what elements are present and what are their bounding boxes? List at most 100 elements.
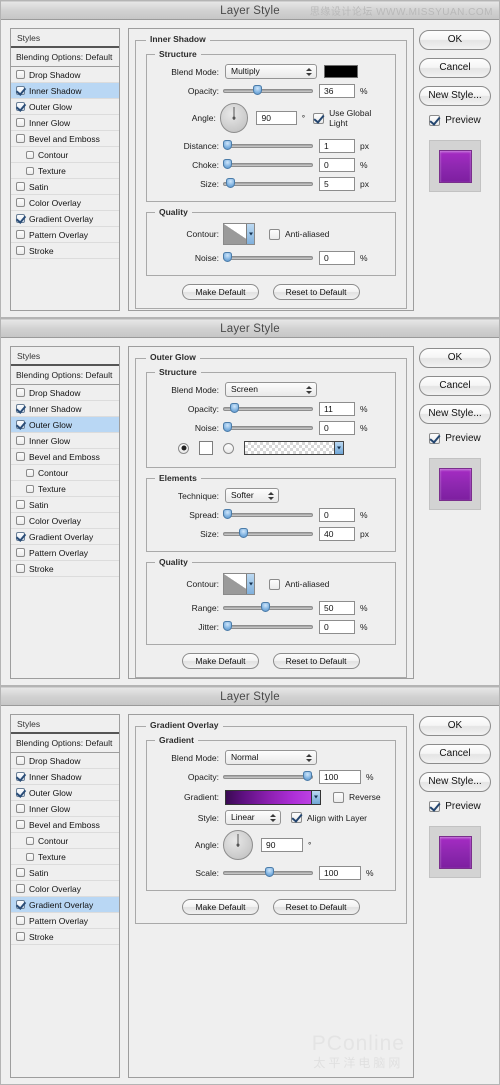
opacity-slider[interactable]: [223, 770, 313, 783]
slider-thumb[interactable]: [223, 621, 232, 631]
glow-color-swatch[interactable]: [199, 441, 213, 455]
style-row-color-overlay[interactable]: Color Overlay: [11, 881, 119, 897]
style-row-bevel-and-emboss[interactable]: Bevel and Emboss: [11, 131, 119, 147]
blending-options-row[interactable]: Blending Options: Default: [11, 48, 119, 67]
size-slider[interactable]: [223, 177, 313, 190]
style-row-inner-glow[interactable]: Inner Glow: [11, 115, 119, 131]
scale-slider[interactable]: [223, 866, 313, 879]
checkbox-icon[interactable]: [16, 900, 25, 909]
style-row-inner-shadow[interactable]: Inner Shadow: [11, 401, 119, 417]
style-row-stroke[interactable]: Stroke: [11, 929, 119, 945]
glow-gradient-preview[interactable]: [244, 441, 344, 455]
slider-thumb[interactable]: [223, 140, 232, 150]
reset-to-default-button[interactable]: Reset to Default: [272, 284, 360, 300]
ok-button[interactable]: OK: [419, 716, 491, 736]
ok-button[interactable]: OK: [419, 30, 491, 50]
style-row-drop-shadow[interactable]: Drop Shadow: [11, 753, 119, 769]
style-row-outer-glow[interactable]: Outer Glow: [11, 99, 119, 115]
checkbox-icon[interactable]: [16, 230, 25, 239]
checkbox-icon[interactable]: [16, 420, 25, 429]
opacity-value-input[interactable]: 11: [319, 401, 355, 416]
checkbox-icon[interactable]: [16, 564, 25, 573]
style-row-inner-shadow[interactable]: Inner Shadow: [11, 83, 119, 99]
style-row-stroke[interactable]: Stroke: [11, 561, 119, 577]
slider-thumb[interactable]: [223, 422, 232, 432]
range-slider[interactable]: [223, 601, 313, 614]
checkbox-icon[interactable]: [16, 452, 25, 461]
slider-thumb[interactable]: [223, 159, 232, 169]
style-row-inner-shadow[interactable]: Inner Shadow: [11, 769, 119, 785]
checkbox-icon[interactable]: [26, 852, 34, 861]
style-row-stroke[interactable]: Stroke: [11, 243, 119, 259]
slider-thumb[interactable]: [261, 602, 270, 612]
solid-color-radio[interactable]: [178, 442, 189, 454]
noise-slider[interactable]: [223, 251, 313, 264]
blend-mode-select[interactable]: Multiply: [225, 64, 317, 79]
gradient-style-select[interactable]: Linear: [225, 810, 281, 825]
cancel-button[interactable]: Cancel: [419, 744, 491, 764]
style-row-color-overlay[interactable]: Color Overlay: [11, 513, 119, 529]
reset-to-default-button[interactable]: Reset to Default: [272, 653, 360, 669]
choke-value-input[interactable]: 0: [319, 157, 355, 172]
style-row-pattern-overlay[interactable]: Pattern Overlay: [11, 227, 119, 243]
checkbox-icon[interactable]: [16, 404, 25, 413]
slider-thumb[interactable]: [226, 178, 235, 188]
checkbox-icon[interactable]: [16, 198, 25, 207]
checkbox-icon[interactable]: [16, 436, 25, 445]
range-value-input[interactable]: 50: [319, 600, 355, 615]
preview-toggle[interactable]: Preview: [429, 801, 481, 812]
checkbox-icon[interactable]: [16, 532, 25, 541]
style-row-drop-shadow[interactable]: Drop Shadow: [11, 385, 119, 401]
distance-value-input[interactable]: 1: [319, 138, 355, 153]
chevron-down-icon[interactable]: [334, 442, 343, 454]
opacity-slider[interactable]: [223, 84, 313, 97]
style-row-bevel-and-emboss[interactable]: Bevel and Emboss: [11, 449, 119, 465]
anti-aliased-checkbox[interactable]: [269, 578, 280, 590]
distance-slider[interactable]: [223, 139, 313, 152]
style-row-gradient-overlay[interactable]: Gradient Overlay: [11, 897, 119, 913]
preview-toggle[interactable]: Preview: [429, 115, 481, 126]
checkbox-icon[interactable]: [16, 182, 25, 191]
style-row-texture[interactable]: Texture: [11, 163, 119, 179]
slider-thumb[interactable]: [230, 403, 239, 413]
reset-to-default-button[interactable]: Reset to Default: [272, 899, 360, 915]
opacity-slider[interactable]: [223, 402, 313, 415]
checkbox-icon[interactable]: [26, 468, 34, 477]
blend-mode-select[interactable]: Normal: [225, 750, 317, 765]
slider-thumb[interactable]: [253, 85, 262, 95]
style-row-satin[interactable]: Satin: [11, 179, 119, 195]
style-row-outer-glow[interactable]: Outer Glow: [11, 417, 119, 433]
slider-thumb[interactable]: [239, 528, 248, 538]
checkbox-icon[interactable]: [26, 150, 34, 159]
checkbox-icon[interactable]: [16, 804, 25, 813]
style-row-outer-glow[interactable]: Outer Glow: [11, 785, 119, 801]
preview-checkbox[interactable]: [429, 115, 441, 126]
blending-options-row[interactable]: Blending Options: Default: [11, 734, 119, 753]
noise-value-input[interactable]: 0: [319, 420, 355, 435]
opacity-value-input[interactable]: 100: [319, 769, 361, 784]
style-row-pattern-overlay[interactable]: Pattern Overlay: [11, 913, 119, 929]
choke-slider[interactable]: [223, 158, 313, 171]
contour-preset-icon[interactable]: [223, 573, 255, 595]
jitter-value-input[interactable]: 0: [319, 619, 355, 634]
checkbox-icon[interactable]: [26, 166, 34, 175]
new-style-button[interactable]: New Style...: [419, 772, 491, 792]
chevron-down-icon[interactable]: [311, 790, 320, 804]
style-row-gradient-overlay[interactable]: Gradient Overlay: [11, 529, 119, 545]
checkbox-icon[interactable]: [16, 916, 25, 925]
gradient-radio[interactable]: [223, 442, 234, 454]
new-style-button[interactable]: New Style...: [419, 86, 491, 106]
checkbox-icon[interactable]: [16, 772, 25, 781]
style-row-drop-shadow[interactable]: Drop Shadow: [11, 67, 119, 83]
cancel-button[interactable]: Cancel: [419, 376, 491, 396]
spread-slider[interactable]: [223, 508, 313, 521]
checkbox-icon[interactable]: [16, 756, 25, 765]
style-row-pattern-overlay[interactable]: Pattern Overlay: [11, 545, 119, 561]
checkbox-icon[interactable]: [26, 836, 34, 845]
make-default-button[interactable]: Make Default: [182, 653, 259, 669]
style-row-contour[interactable]: Contour: [11, 465, 119, 481]
noise-slider[interactable]: [223, 421, 313, 434]
style-row-gradient-overlay[interactable]: Gradient Overlay: [11, 211, 119, 227]
style-row-texture[interactable]: Texture: [11, 849, 119, 865]
reverse-checkbox[interactable]: [333, 791, 344, 803]
